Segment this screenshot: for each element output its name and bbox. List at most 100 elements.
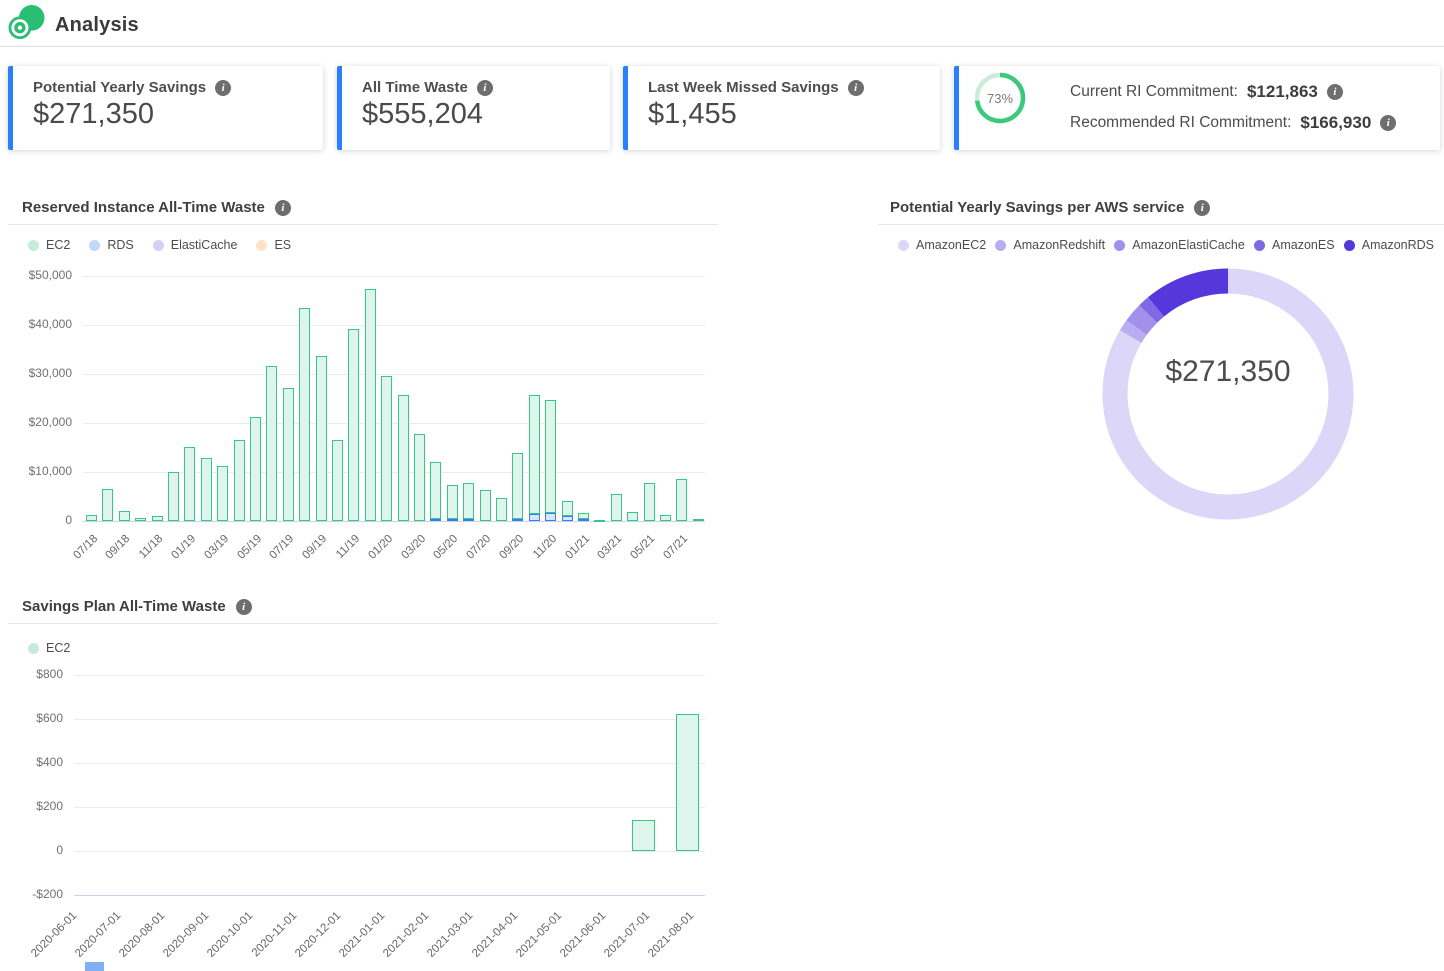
legend-dot xyxy=(1114,240,1125,251)
bar-ec2[interactable] xyxy=(217,466,228,521)
bar-ec2[interactable] xyxy=(365,289,376,521)
bar-rds[interactable] xyxy=(463,519,474,521)
bar-rds[interactable] xyxy=(447,519,458,521)
bar-ec2[interactable] xyxy=(512,453,523,519)
bar-rds[interactable] xyxy=(578,519,589,521)
bar-ec2[interactable] xyxy=(693,519,704,521)
bar-ec2[interactable] xyxy=(676,479,687,521)
commit-label: Current RI Commitment: xyxy=(1070,83,1238,101)
bar-ec2[interactable] xyxy=(611,494,622,521)
bar-ec2[interactable] xyxy=(447,485,458,519)
y-gridline xyxy=(83,276,705,277)
stat-value: $555,204 xyxy=(362,98,610,131)
bar-ec2[interactable] xyxy=(152,516,163,521)
sp-waste-bar-chart: $800$600$400$2000-$2002020-06-012020-07-… xyxy=(8,594,718,971)
legend-item-amazonelasticache[interactable]: AmazonElastiCache xyxy=(1114,238,1245,252)
bar-ec2[interactable] xyxy=(119,511,130,521)
info-icon[interactable] xyxy=(1327,84,1343,100)
legend-item-amazones[interactable]: AmazonES xyxy=(1254,238,1335,252)
info-icon[interactable] xyxy=(215,80,231,96)
legend-dot xyxy=(1254,240,1265,251)
stat-card-last-week-missed-savings: Last Week Missed Savings $1,455 xyxy=(623,66,940,150)
bar-ec2[interactable] xyxy=(201,458,212,521)
bar-ec2[interactable] xyxy=(299,308,310,521)
partial-cutoff-element xyxy=(85,962,104,971)
bar-rds[interactable] xyxy=(529,514,540,521)
y-gridline xyxy=(74,675,705,676)
y-axis-label: -$200 xyxy=(8,887,63,901)
y-axis-label: 0 xyxy=(8,843,63,857)
legend-item-amazonredshift[interactable]: AmazonRedshift xyxy=(995,238,1105,252)
commit-value: $166,930 xyxy=(1300,113,1371,133)
panel-savings-plan-waste: Savings Plan All-Time Waste EC2 $800$600… xyxy=(8,594,718,971)
info-icon[interactable] xyxy=(1380,115,1396,131)
y-gridline xyxy=(83,423,705,424)
stat-label: Potential Yearly Savings xyxy=(33,79,206,96)
y-gridline xyxy=(83,521,705,522)
info-icon[interactable] xyxy=(1194,200,1210,216)
info-icon[interactable] xyxy=(848,80,864,96)
stat-card-potential-yearly-savings: Potential Yearly Savings $271,350 xyxy=(8,66,323,150)
bar-ec2[interactable] xyxy=(463,483,474,519)
y-gridline xyxy=(74,851,705,852)
bar-ec2[interactable] xyxy=(381,376,392,522)
bar-ec2[interactable] xyxy=(283,388,294,521)
bar-ec2[interactable] xyxy=(627,512,638,521)
bar-ec2[interactable] xyxy=(480,490,491,521)
commit-label: Recommended RI Commitment: xyxy=(1070,114,1291,132)
bar-ec2[interactable] xyxy=(266,366,277,521)
panel-savings-per-service: Potential Yearly Savings per AWS service… xyxy=(878,193,1444,585)
info-icon[interactable] xyxy=(477,80,493,96)
bar-ec2[interactable] xyxy=(184,447,195,521)
bar-ec2[interactable] xyxy=(594,520,605,522)
bar-ec2[interactable] xyxy=(168,472,179,522)
bar-ec2[interactable] xyxy=(545,400,556,513)
y-axis-label: $20,000 xyxy=(8,415,72,429)
y-axis-label: $10,000 xyxy=(8,464,72,478)
bar-ec2[interactable] xyxy=(250,417,261,521)
bar-ec2[interactable] xyxy=(578,513,589,519)
stat-label: All Time Waste xyxy=(362,79,468,96)
legend-label: AmazonES xyxy=(1272,238,1335,252)
stat-value: $1,455 xyxy=(648,98,940,131)
bar-ec2[interactable] xyxy=(529,395,540,515)
donut-chart-legend: AmazonEC2 AmazonRedshift AmazonElastiCache… xyxy=(898,238,1434,252)
y-gridline xyxy=(74,719,705,720)
donut-slice-amazonredshift[interactable] xyxy=(1088,254,1368,534)
donut-slice-amazones[interactable] xyxy=(1088,254,1368,534)
legend-item-amazonec2[interactable]: AmazonEC2 xyxy=(898,238,986,252)
bar-rds[interactable] xyxy=(430,519,441,521)
bar-ec2[interactable] xyxy=(430,462,441,518)
bar-ec2[interactable] xyxy=(562,501,573,516)
bar-ec2[interactable] xyxy=(496,498,507,522)
y-gridline xyxy=(74,763,705,764)
bar-ec2[interactable] xyxy=(234,440,245,521)
bar-ec2[interactable] xyxy=(632,820,655,851)
legend-label: AmazonEC2 xyxy=(916,238,986,252)
y-axis-label: $200 xyxy=(8,799,63,813)
bar-ec2[interactable] xyxy=(86,515,97,521)
bar-rds[interactable] xyxy=(512,519,523,521)
stat-card-all-time-waste: All Time Waste $555,204 xyxy=(337,66,610,150)
bar-ec2[interactable] xyxy=(660,515,671,521)
bar-ec2[interactable] xyxy=(135,518,146,521)
savings-donut-chart xyxy=(1088,254,1368,534)
y-axis-label: $50,000 xyxy=(8,268,72,282)
bar-ec2[interactable] xyxy=(398,395,409,521)
bar-ec2[interactable] xyxy=(332,440,343,521)
bar-ec2[interactable] xyxy=(348,329,359,521)
bar-rds[interactable] xyxy=(562,516,573,521)
bar-ec2[interactable] xyxy=(316,356,327,521)
divider xyxy=(878,224,1444,225)
bar-rds[interactable] xyxy=(545,513,556,521)
bar-ec2[interactable] xyxy=(102,489,113,521)
donut-slice-amazonrds[interactable] xyxy=(1088,254,1368,534)
bar-ec2[interactable] xyxy=(644,483,655,521)
legend-dot xyxy=(1344,240,1355,251)
bar-ec2[interactable] xyxy=(414,434,425,521)
legend-item-amazonrds[interactable]: AmazonRDS xyxy=(1344,238,1434,252)
y-axis-label: $30,000 xyxy=(8,366,72,380)
ri-waste-bar-chart: $50,000$40,000$30,000$20,000$10,000007/1… xyxy=(8,193,718,585)
donut-slice-amazonelasticache[interactable] xyxy=(1088,254,1368,534)
bar-ec2[interactable] xyxy=(676,714,699,852)
